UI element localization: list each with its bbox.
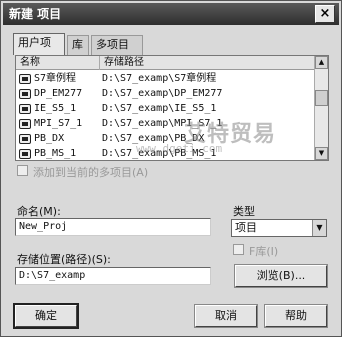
cancel-button[interactable]: 取消	[194, 304, 258, 328]
browse-button[interactable]: 浏览(B)...	[234, 264, 328, 288]
dialog-title: 新建 项目	[9, 7, 62, 21]
type-label: 类型	[233, 205, 255, 218]
tab-multiprojects[interactable]: 多项目	[91, 35, 143, 55]
name-label: 命名(M):	[17, 205, 61, 218]
list-item[interactable]: PB_MS_1 D:\S7_examp\PB_MS_1	[16, 146, 314, 161]
project-path: D:\S7_examp\DP_EM277	[102, 88, 223, 99]
project-name: DP_EM277	[34, 88, 83, 99]
list-item[interactable]: PB_DX D:\S7_examp\PB_DX	[16, 131, 314, 146]
chevron-down-icon[interactable]: ▼	[312, 220, 326, 236]
scroll-down-icon[interactable]: ▼	[315, 147, 328, 160]
list-item[interactable]: MPI_S7_1 D:\S7_examp\MPI_S7_1	[16, 116, 314, 131]
new-project-dialog: 新建 项目 × 用户项目 库 多项目 名称 存储路径 S7章例程 D:\S7_e…	[0, 0, 342, 337]
project-icon	[19, 89, 31, 99]
ok-button[interactable]: 确定	[13, 303, 79, 329]
project-path: D:\S7_examp\MPI_S7_1	[102, 118, 223, 129]
type-select-value: 项目	[235, 221, 257, 234]
add-multiproject-label: 添加到当前的多项目(A)	[33, 166, 149, 179]
project-name: IE_S5_1	[34, 103, 77, 114]
list-item[interactable]: IE_S5_1 D:\S7_examp\IE_S5_1	[16, 101, 314, 116]
list-item[interactable]: S7章例程 D:\S7_examp\S7章例程	[16, 71, 314, 86]
project-icon	[19, 134, 31, 144]
project-name: PB_DX	[34, 133, 65, 144]
scroll-thumb[interactable]	[315, 90, 328, 106]
storage-location-input[interactable]: D:\S7_examp	[15, 267, 211, 285]
title-bar: 新建 项目 ×	[3, 3, 339, 25]
project-icon	[19, 104, 31, 114]
type-select[interactable]: 项目 ▼	[231, 219, 327, 237]
column-header-name[interactable]: 名称	[16, 56, 100, 70]
project-path: D:\S7_examp\S7章例程	[102, 73, 217, 84]
project-path: D:\S7_examp\IE_S5_1	[102, 103, 217, 114]
close-icon: ×	[319, 6, 331, 21]
library-label: F库(I)	[249, 245, 279, 258]
project-list[interactable]: 名称 存储路径 S7章例程 D:\S7_examp\S7章例程 DP_EM277…	[15, 55, 329, 161]
project-icon	[19, 119, 31, 129]
list-item[interactable]: DP_EM277 D:\S7_examp\DP_EM277	[16, 86, 314, 101]
project-name: MPI_S7_1	[34, 118, 83, 129]
project-icon	[19, 74, 31, 84]
list-header: 名称 存储路径	[16, 56, 316, 70]
project-name-input[interactable]: New_Proj	[15, 218, 211, 236]
location-label: 存储位置(路径)(S):	[17, 253, 111, 266]
tab-libraries[interactable]: 库	[67, 35, 89, 55]
project-icon	[19, 149, 31, 159]
list-scrollbar[interactable]: ▲ ▼	[314, 56, 328, 160]
add-multiproject-checkbox[interactable]	[17, 165, 28, 176]
project-path: D:\S7_examp\PB_DX	[102, 133, 205, 144]
project-name: PB_MS_1	[34, 148, 77, 159]
scroll-up-icon[interactable]: ▲	[315, 56, 328, 69]
help-button[interactable]: 帮助	[264, 304, 328, 328]
tab-user-projects[interactable]: 用户项目	[13, 33, 65, 67]
project-path: D:\S7_examp\PB_MS_1	[102, 148, 217, 159]
project-name: S7章例程	[34, 73, 77, 84]
library-checkbox[interactable]	[233, 244, 244, 255]
column-header-path[interactable]: 存储路径	[100, 56, 316, 70]
close-button[interactable]: ×	[315, 5, 335, 23]
